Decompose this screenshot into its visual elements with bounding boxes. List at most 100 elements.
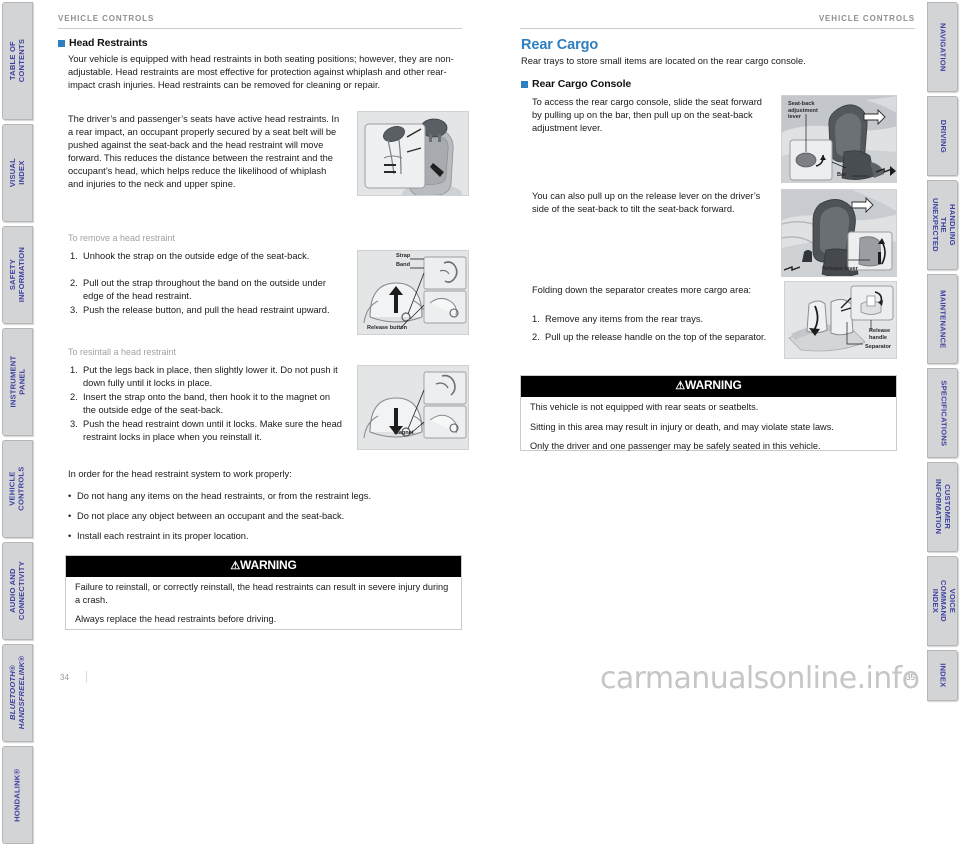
tab-label: AUDIO AND CONNECTIVITY: [7, 561, 26, 621]
folio-divider: [86, 671, 87, 682]
tab-label: VOICE COMMAND INDEX: [930, 580, 957, 622]
list-item: 2. Pull out the strap throughout the ban…: [70, 277, 338, 303]
warning-title: WARNING: [240, 558, 297, 572]
paragraph-head-restraints-intro: Your vehicle is equipped with head restr…: [68, 54, 454, 91]
sidebar-tab-audio-and-connectivity[interactable]: AUDIO AND CONNECTIVITY: [2, 542, 33, 640]
tab-label: BLUETOOTH® HANDSFREELINK®: [7, 656, 26, 730]
running-head-right: VEHICLE CONTROLS: [818, 14, 915, 23]
warning-triangle-icon: ⚠: [230, 560, 241, 572]
tab-label: NAVIGATION: [938, 22, 948, 72]
list-item: • Do not hang any items on the head rest…: [68, 490, 463, 503]
paragraph-active-head-restraints: The driver’s and passenger’s seats have …: [68, 114, 340, 190]
sidebar-tab-hondalink[interactable]: HONDALINK®: [2, 746, 33, 844]
sidebar-tab-safety-information[interactable]: SAFETY INFORMATION: [2, 226, 33, 324]
sidebar-tab-table-of-contents[interactable]: TABLE OF CONTENTS: [2, 2, 33, 120]
page-number-left: 34: [60, 673, 69, 682]
sidebar-tab-maintenance[interactable]: MAINTENANCE: [927, 274, 958, 364]
figure-callout: Release lever: [822, 266, 858, 272]
list-item-text: Do not place any object between an occup…: [77, 511, 345, 521]
gray-head-to-remove: To remove a head restraint: [68, 233, 176, 243]
tab-label: MAINTENANCE: [938, 289, 948, 349]
subsection-head-rear-cargo-console: Rear Cargo Console: [532, 78, 632, 90]
active-head-restraint-illustration: [358, 112, 468, 195]
list-item: 3. Push the head restraint down until it…: [70, 418, 342, 444]
list-marker: 2.: [70, 392, 78, 402]
figure-callout: Release handle: [869, 328, 891, 341]
warning-line: Always replace the head restraints befor…: [75, 614, 277, 625]
sidebar-tab-voice-command-index[interactable]: VOICE COMMAND INDEX: [927, 556, 958, 646]
subsection-head-head-restraints: Head Restraints: [69, 37, 148, 49]
list-item: • Do not place any object between an occ…: [68, 510, 463, 523]
sidebar-tab-navigation[interactable]: NAVIGATION: [927, 2, 958, 92]
paragraph-folding-separator: Folding down the separator creates more …: [532, 285, 752, 295]
list-item-text: Push the release button, and pull the he…: [83, 305, 330, 315]
list-item: 3. Push the release button, and pull the…: [70, 304, 338, 317]
sidebar-tab-bluetooth-handsfreelink[interactable]: BLUETOOTH® HANDSFREELINK®: [2, 644, 33, 742]
tab-label: VISUAL INDEX: [7, 158, 26, 188]
sidebar-tab-specifications[interactable]: SPECIFICATIONS: [927, 368, 958, 458]
tab-label: SAFETY INFORMATION: [7, 247, 26, 303]
sidebar-tab-driving[interactable]: DRIVING: [927, 96, 958, 176]
list-item: 1. Remove any items from the rear trays.: [532, 313, 774, 326]
sidebar-tab-index[interactable]: INDEX: [927, 650, 958, 701]
right-tab-strip: NAVIGATION DRIVING HANDLING THE UNEXPECT…: [925, 0, 960, 703]
section-bullet-icon: [521, 81, 528, 88]
sidebar-tab-visual-index[interactable]: VISUAL INDEX: [2, 124, 33, 222]
list-item-text: Install each restraint in its proper loc…: [77, 531, 249, 541]
sidebar-tab-handling-the-unexpected[interactable]: HANDLING THE UNEXPECTED: [927, 180, 958, 270]
warning-banner: ⚠WARNING: [66, 556, 461, 577]
list-marker: 2.: [532, 332, 540, 342]
figure-callout: Strap: [396, 253, 411, 259]
header-rule-left: [58, 28, 462, 29]
warning-banner: ⚠WARNING: [521, 376, 896, 397]
running-head-left: VEHICLE CONTROLS: [58, 14, 155, 23]
head-restraint-removal-figure: Strap Band Release button: [357, 250, 469, 335]
list-marker: 3.: [70, 419, 78, 429]
seat-back-adjustment-figure: Seat-back adjustment lever Bar: [781, 95, 897, 183]
list-marker: 3.: [70, 305, 78, 315]
tab-label: SPECIFICATIONS: [938, 380, 948, 446]
sidebar-tab-instrument-panel[interactable]: INSTRUMENT PANEL: [2, 328, 33, 436]
warning-box-right: ⚠WARNING This vehicle is not equipped wi…: [520, 375, 897, 451]
warning-line: Only the driver and one passenger may be…: [530, 441, 821, 452]
release-lever-figure: Release lever: [781, 189, 897, 277]
list-item-text: Push the head restraint down until it lo…: [83, 419, 342, 443]
active-head-restraint-figure: [357, 111, 469, 196]
tab-label: HANDLING THE UNEXPECTED: [930, 198, 957, 252]
warning-triangle-icon: ⚠: [675, 380, 686, 392]
figure-callout: Band: [396, 262, 410, 268]
list-item-text: Put the legs back in place, then slightl…: [83, 365, 338, 389]
header-rule-right: [520, 28, 915, 29]
list-marker: 1.: [70, 365, 78, 375]
figure-callout: Bar: [837, 172, 847, 178]
head-restraint-removal-illustration: [358, 251, 468, 334]
warning-box-left: ⚠WARNING Failure to reinstall, or correc…: [65, 555, 462, 630]
paragraph-work-properly: In order for the head restraint system t…: [68, 469, 292, 479]
list-item: 2. Pull up the release handle on the top…: [532, 331, 774, 344]
watermark: carmanualsonline.info: [600, 661, 920, 696]
tab-label: TABLE OF CONTENTS: [7, 39, 26, 83]
paragraph-release-lever: You can also pull up on the release leve…: [532, 191, 761, 215]
head-restraint-reinstall-illustration: [358, 366, 468, 449]
separator-figure: Release handle Separator: [784, 281, 897, 359]
gray-head-to-reinstall: To resintall a head restraint: [68, 347, 177, 357]
list-item: 1. Put the legs back in place, then slig…: [70, 364, 342, 390]
list-marker: 2.: [70, 278, 78, 288]
list-marker: •: [68, 511, 72, 521]
list-item-text: Pull out the strap throughout the band o…: [83, 278, 326, 302]
list-item-text: Remove any items from the rear trays.: [545, 314, 704, 324]
sidebar-tab-vehicle-controls[interactable]: VEHICLE CONTROLS: [2, 440, 33, 538]
figure-callout: Separator: [865, 344, 892, 350]
paragraph-rear-cargo-intro: Rear trays to store small items are loca…: [521, 56, 806, 66]
paragraph-access-cargo-console: To access the rear cargo console, slide …: [532, 97, 762, 134]
list-item-text: Do not hang any items on the head restra…: [77, 491, 372, 501]
page-title: Rear Cargo: [521, 37, 599, 53]
head-restraint-reinstall-figure: Magnet: [357, 365, 469, 450]
sidebar-tab-customer-information[interactable]: CUSTOMER INFORMATION: [927, 462, 958, 552]
list-marker: 1.: [532, 314, 540, 324]
warning-line: Sitting in this area may result in injur…: [530, 421, 834, 432]
list-item: 2. Insert the strap onto the band, then …: [70, 391, 342, 417]
right-page: VEHICLE CONTROLS Rear Cargo Rear trays t…: [500, 0, 920, 703]
tab-label: VEHICLE CONTROLS: [7, 466, 26, 512]
tab-label: CUSTOMER INFORMATION: [934, 479, 953, 535]
